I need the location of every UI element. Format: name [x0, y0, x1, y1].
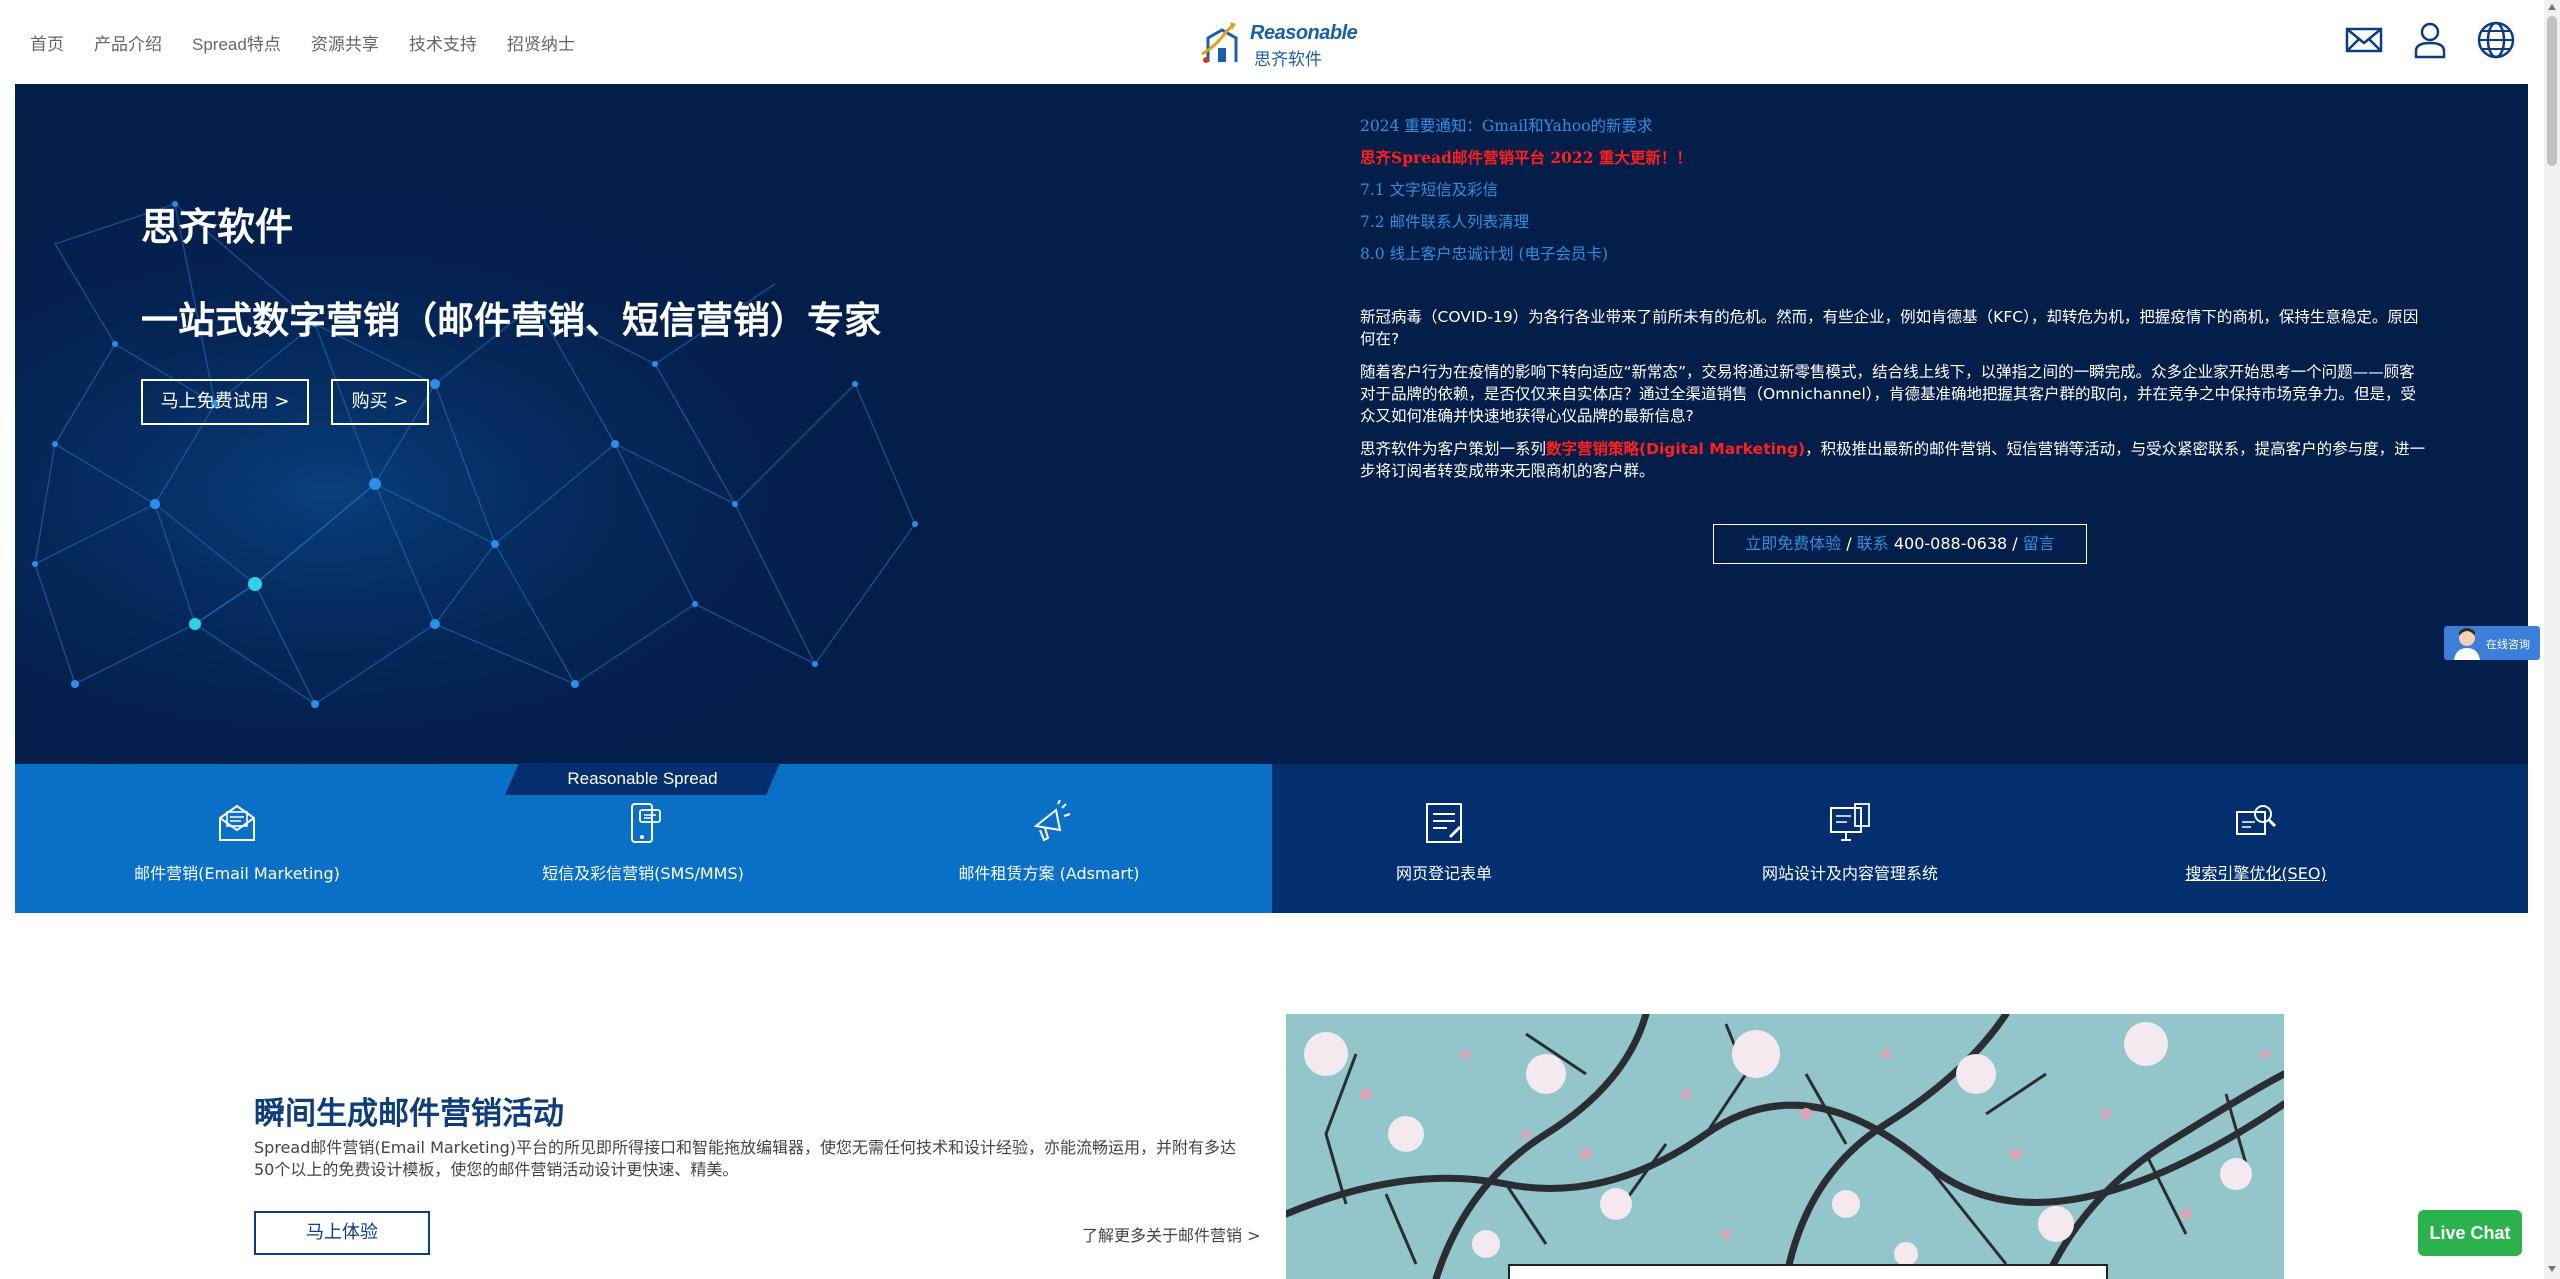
online-consult-widget[interactable]: 在线咨询	[2444, 626, 2540, 660]
contact-message-link[interactable]: 留言	[2023, 534, 2055, 553]
online-consult-label: 在线咨询	[2486, 638, 2530, 651]
nav-link-home[interactable]: 首页	[30, 30, 64, 55]
contact-box: 立即免费体验 / 联系 400-088-0638 / 留言	[1713, 524, 2087, 564]
website-cms-icon	[1830, 803, 1870, 841]
globe-icon[interactable]	[2476, 20, 2516, 60]
nav-link-spread-features[interactable]: Spread特点	[192, 30, 281, 55]
nav-link-resources[interactable]: 资源共享	[311, 30, 379, 55]
magnolia-photo	[1286, 1014, 2284, 1279]
feature-sms-mms[interactable]: 短信及彩信营销(SMS/MMS)	[493, 800, 793, 884]
feature-sms-mms-label: 短信及彩信营销(SMS/MMS)	[542, 864, 744, 883]
seo-icon	[2236, 805, 2277, 835]
photo-caption-box	[1508, 1264, 2108, 1279]
article-paragraph-3: 思齐软件为客户策划一系列数字营销策略(Digital Marketing)，积极…	[1360, 438, 2430, 482]
email-marketing-icon	[219, 804, 255, 841]
feature-web-form[interactable]: 网页登记表单	[1294, 800, 1594, 884]
news-item-loyalty[interactable]: 8.0 线上客户忠诚计划 (电子会员卡)	[1360, 242, 2460, 274]
hero-article: 新冠病毒（COVID-19）为各行各业带来了前所未有的危机。然而，有些企业，例如…	[1360, 306, 2430, 493]
feature-seo-label: 搜索引擎优化(SEO)	[2185, 864, 2327, 883]
feature-seo[interactable]: 搜索引擎优化(SEO)	[2106, 800, 2406, 884]
user-icon[interactable]	[2410, 20, 2450, 60]
free-trial-button[interactable]: 马上免费试用 >	[141, 379, 309, 425]
article-paragraph-2: 随着客户行为在疫情的影响下转向适应“新常态”，交易将通过新零售模式，结合线上线下…	[1360, 363, 2417, 425]
nav-links: 首页 产品介绍 Spread特点 资源共享 技术支持 招贤纳士	[30, 30, 605, 55]
reasonable-spread-tab: Reasonable Spread	[505, 763, 780, 795]
contact-link[interactable]: 联系	[1857, 534, 1889, 553]
feature-web-form-label: 网页登记表单	[1395, 864, 1492, 883]
article-paragraph-1: 新冠病毒（COVID-19）为各行各业带来了前所未有的危机。然而，有些企业，例如…	[1360, 308, 2419, 348]
news-item-sms-mms[interactable]: 7.1 文字短信及彩信	[1360, 178, 2460, 210]
feature-adsmart-label: 邮件租赁方案 (Adsmart)	[958, 864, 1140, 883]
feature-website-cms[interactable]: 网站设计及内容管理系统	[1700, 800, 2000, 884]
try-now-button[interactable]: 马上体验	[254, 1211, 430, 1255]
hero-title: 思齐软件	[141, 205, 294, 249]
scrollbar-thumb[interactable]	[2547, 16, 2557, 166]
logo[interactable]: Reasonable 思齐软件	[1196, 18, 1358, 70]
adsmart-icon	[1033, 800, 1071, 842]
contact-phone: 400-088-0638	[1888, 534, 2008, 553]
news-list: 2024 重要通知：Gmail和Yahoo的新要求 思齐Spread邮件营销平台…	[1360, 114, 2460, 274]
nav-icons	[2344, 20, 2516, 60]
contact-separator-1: /	[1841, 534, 1857, 553]
logo-mark-icon	[1201, 22, 1238, 63]
web-form-icon	[1426, 803, 1462, 843]
page-scrollbar[interactable]	[2544, 0, 2560, 1279]
feature-bar: Reasonable Spread 邮件营销(Email Marketing) …	[15, 764, 2528, 913]
feature-email-marketing[interactable]: 邮件营销(Email Marketing)	[87, 800, 387, 884]
hero-subtitle: 一站式数字营销（邮件营销、短信营销）专家	[141, 299, 881, 342]
hero-banner: 思齐软件 一站式数字营销（邮件营销、短信营销）专家 马上免费试用 > 购买 > …	[15, 84, 2528, 764]
top-navigation: 首页 产品介绍 Spread特点 资源共享 技术支持 招贤纳士 Reasonab…	[0, 0, 2544, 84]
logo-text-en: Reasonable	[1250, 22, 1358, 44]
news-item-gmail-yahoo[interactable]: 2024 重要通知：Gmail和Yahoo的新要求	[1360, 114, 2460, 146]
article-p3-highlight: 数字营销策略(Digital Marketing)	[1546, 440, 1806, 458]
sms-mms-icon	[631, 803, 661, 843]
nav-link-careers[interactable]: 招贤纳士	[507, 30, 575, 55]
live-chat-button[interactable]: Live Chat	[2418, 1210, 2522, 1256]
page: 首页 产品介绍 Spread特点 资源共享 技术支持 招贤纳士 Reasonab…	[0, 0, 2560, 1279]
section-title: 瞬间生成邮件营销活动	[254, 1096, 564, 1132]
feature-email-marketing-label: 邮件营销(Email Marketing)	[134, 864, 340, 883]
learn-more-email-link[interactable]: 了解更多关于邮件营销 >	[1082, 1222, 1261, 1246]
article-p3-before: 思齐软件为客户策划一系列	[1360, 440, 1547, 458]
news-item-list-cleanup[interactable]: 7.2 邮件联系人列表清理	[1360, 210, 2460, 242]
agent-avatar-icon	[2454, 628, 2480, 660]
nav-link-support[interactable]: 技术支持	[409, 30, 477, 55]
nav-link-products[interactable]: 产品介绍	[94, 30, 162, 55]
contact-separator-2: /	[2007, 534, 2023, 553]
feature-adsmart[interactable]: 邮件租赁方案 (Adsmart)	[899, 800, 1199, 884]
section-description: Spread邮件营销(Email Marketing)平台的所见即所得接口和智能…	[254, 1138, 1237, 1179]
contact-trial-link[interactable]: 立即免费体验	[1745, 534, 1841, 553]
news-item-spread-update[interactable]: 思齐Spread邮件营销平台 2022 重大更新！！	[1360, 146, 2460, 178]
scroll-down-arrow-icon[interactable]	[2548, 1266, 2556, 1272]
scroll-up-arrow-icon[interactable]	[2548, 4, 2556, 10]
buy-button[interactable]: 购买 >	[331, 379, 429, 425]
logo-text-cn: 思齐软件	[1254, 50, 1322, 70]
mail-icon[interactable]	[2344, 20, 2384, 60]
feature-website-cms-label: 网站设计及内容管理系统	[1761, 864, 1938, 883]
magnolia-branches-image	[1286, 1014, 2284, 1279]
